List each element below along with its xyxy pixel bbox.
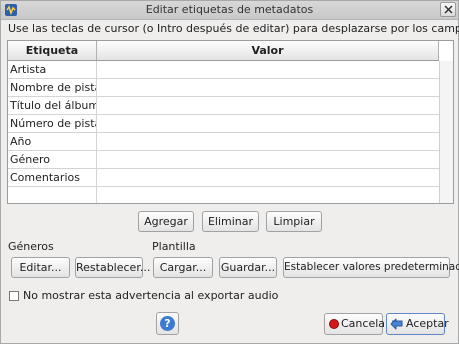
tag-label-cell[interactable]: Título del álbum [8, 97, 97, 114]
tag-label-cell[interactable]: Nombre de pista [8, 79, 97, 96]
genres-section-label: Géneros [8, 240, 54, 253]
edit-genres-button[interactable]: Editar... [11, 257, 70, 278]
grid-header: Etiqueta Valor [8, 41, 439, 61]
add-row-button[interactable]: Agregar [138, 211, 194, 232]
title-bar: Editar etiquetas de metadatos [1, 1, 458, 20]
table-row[interactable]: Nombre de pista [8, 79, 439, 97]
instructions-text: Use las teclas de cursor (o Intro despué… [8, 22, 459, 35]
metadata-dialog: Editar etiquetas de metadatos Use las te… [0, 0, 459, 344]
template-section-label: Plantilla [152, 240, 196, 253]
tag-label-cell[interactable] [8, 187, 97, 203]
tag-value-cell[interactable] [97, 151, 439, 168]
window-title: Editar etiquetas de metadatos [145, 3, 314, 16]
dont-show-checkbox[interactable] [9, 291, 19, 301]
tag-value-cell[interactable] [97, 61, 439, 78]
tag-value-cell[interactable] [97, 115, 439, 132]
cancel-button[interactable]: Cancelar [324, 313, 390, 335]
tag-value-cell[interactable] [97, 97, 439, 114]
help-icon: ? [160, 316, 175, 331]
set-defaults-button[interactable]: Establecer valores predeterminados [283, 257, 459, 278]
table-row[interactable]: Artista [8, 61, 439, 79]
close-button[interactable] [440, 2, 456, 17]
table-row[interactable] [8, 187, 439, 203]
cancel-icon [329, 319, 339, 329]
accept-button[interactable]: Aceptar [386, 313, 449, 335]
grid-scrollbar[interactable] [439, 61, 453, 203]
grid-rows: Artista Nombre de pista Título del álbum… [8, 61, 439, 203]
accept-label: Aceptar [406, 317, 449, 330]
table-row[interactable]: Título del álbum [8, 97, 439, 115]
table-row[interactable]: Año [8, 133, 439, 151]
tag-value-cell[interactable] [97, 187, 439, 203]
accept-icon [390, 318, 403, 330]
clear-rows-button[interactable]: Limpiar [266, 211, 322, 232]
cancel-label: Cancelar [341, 317, 390, 330]
tag-label-cell[interactable]: Artista [8, 61, 97, 78]
load-template-button[interactable]: Cargar... [153, 257, 213, 278]
tag-label-cell[interactable]: Comentarios [8, 169, 97, 186]
column-header-label[interactable]: Etiqueta [8, 41, 97, 60]
remove-row-button[interactable]: Eliminar [202, 211, 259, 232]
tag-label-cell[interactable]: Año [8, 133, 97, 150]
tag-value-cell[interactable] [97, 169, 439, 186]
tag-value-cell[interactable] [97, 133, 439, 150]
table-row[interactable]: Número de pista [8, 115, 439, 133]
reset-genres-button[interactable]: Restablecer... [75, 257, 150, 278]
table-row[interactable]: Comentarios [8, 169, 439, 187]
metadata-grid: Etiqueta Valor Artista Nombre de pista T… [7, 40, 454, 204]
close-icon [444, 5, 453, 14]
tag-label-cell[interactable]: Género [8, 151, 97, 168]
column-header-value[interactable]: Valor [97, 41, 439, 60]
help-button[interactable]: ? [156, 312, 179, 335]
tag-value-cell[interactable] [97, 79, 439, 96]
table-row[interactable]: Género [8, 151, 439, 169]
tag-label-cell[interactable]: Número de pista [8, 115, 97, 132]
dont-show-label[interactable]: No mostrar esta advertencia al exportar … [23, 289, 278, 302]
save-template-button[interactable]: Guardar... [219, 257, 277, 278]
